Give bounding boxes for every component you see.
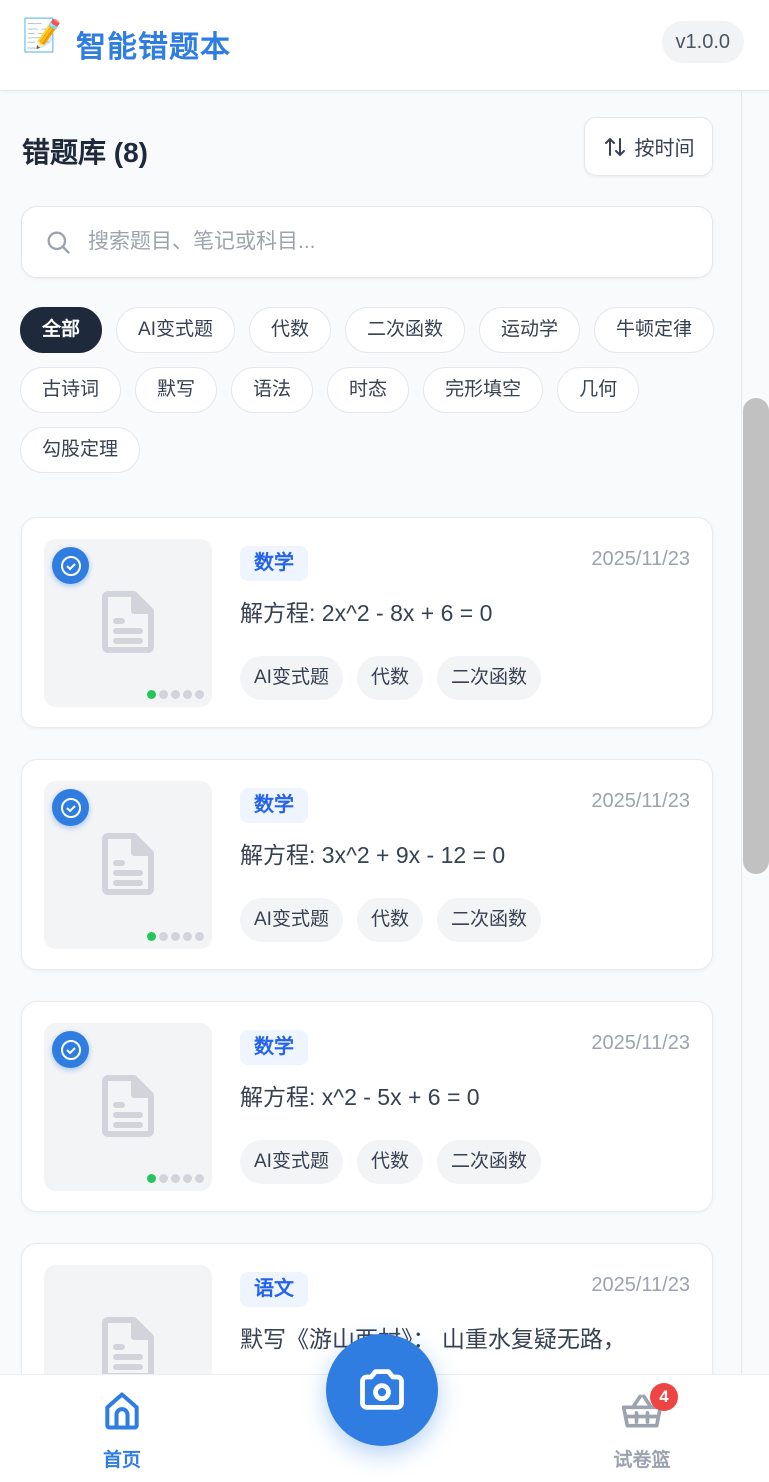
- pager-dot: [159, 932, 168, 941]
- camera-button[interactable]: [326, 1334, 438, 1446]
- pager-dot: [171, 1174, 180, 1183]
- filter-chip[interactable]: 全部: [20, 307, 103, 353]
- question-thumbnail[interactable]: [44, 1023, 212, 1191]
- selected-check-icon[interactable]: [52, 789, 89, 826]
- app-title: 智能错题本: [76, 31, 231, 64]
- question-card[interactable]: 数学 2025/11/23 解方程: 2x^2 - 8x + 6 = 0 AI变式题代…: [21, 517, 713, 728]
- question-tag: 二次函数: [436, 1140, 541, 1184]
- sort-arrows-icon: [604, 137, 625, 156]
- filter-chip[interactable]: 时态: [327, 367, 410, 413]
- question-tag: AI变式题: [240, 1140, 343, 1184]
- pager-dot: [195, 1174, 204, 1183]
- question-tag: 二次函数: [436, 656, 541, 700]
- filter-chip[interactable]: 几何: [557, 367, 640, 413]
- question-title: 解方程: 2x^2 - 8x + 6 = 0: [240, 600, 493, 626]
- main-content: 错题库 (8) 按时间 全部AI变式题代数二次函数运动学牛顿定律古诗词默写语法时…: [0, 91, 742, 1374]
- pager-dot: [195, 690, 204, 699]
- sort-button[interactable]: 按时间: [584, 117, 713, 176]
- document-icon: [102, 1317, 154, 1374]
- filter-chip[interactable]: 二次函数: [344, 307, 465, 353]
- filter-chips: 全部 AI变式题 代数 二次函数 运动学 牛顿定律古诗词 默写 语法 时态 完形填空 几何勾股定理: [20, 307, 720, 473]
- filter-chip[interactable]: 运动学: [479, 307, 581, 353]
- filter-chip[interactable]: 默写: [135, 367, 218, 413]
- filter-chip[interactable]: 代数: [248, 307, 331, 353]
- nav-basket[interactable]: 4 试卷篮: [598, 1383, 686, 1472]
- question-date: 2025/11/23: [591, 548, 690, 570]
- pager-dot: [171, 690, 180, 699]
- question-date: 2025/11/23: [591, 1032, 690, 1054]
- subject-badge: 数学: [240, 1030, 308, 1065]
- document-icon: [102, 833, 154, 900]
- question-title: 解方程: 3x^2 + 9x - 12 = 0: [240, 842, 506, 868]
- scrollbar[interactable]: [743, 91, 769, 1374]
- pager-dot: [195, 932, 204, 941]
- question-tag: 代数: [356, 656, 423, 700]
- question-thumbnail[interactable]: [44, 781, 212, 949]
- pager-dot: [183, 1174, 192, 1183]
- pager-dot: [159, 690, 168, 699]
- subject-badge: 数学: [240, 546, 308, 581]
- question-tag: 代数: [356, 1140, 423, 1184]
- version-badge: v1.0.0: [661, 21, 744, 63]
- image-pager-dots: [147, 1174, 204, 1183]
- question-date: 2025/11/23: [591, 790, 690, 812]
- selected-check-icon[interactable]: [52, 1031, 89, 1068]
- filter-chip[interactable]: 勾股定理: [20, 427, 141, 473]
- pager-dot: [147, 1174, 156, 1183]
- memo-logo-icon: 📝: [22, 17, 62, 53]
- page-title: 错题库 (8): [22, 137, 149, 168]
- question-thumbnail[interactable]: [44, 1265, 212, 1374]
- basket-count-badge: 4: [650, 1383, 678, 1411]
- search-icon: [47, 231, 70, 254]
- question-card[interactable]: 数学 2025/11/23 解方程: x^2 - 5x + 6 = 0 AI变式题 代数…: [21, 1001, 713, 1212]
- subject-badge: 语文: [240, 1272, 308, 1307]
- nav-home[interactable]: 首页: [82, 1389, 162, 1472]
- pager-dot: [159, 1174, 168, 1183]
- pager-dot: [183, 690, 192, 699]
- pager-dot: [147, 932, 156, 941]
- question-thumbnail[interactable]: [44, 539, 212, 707]
- image-pager-dots: [147, 932, 204, 941]
- document-icon: [102, 591, 154, 658]
- app-header: 📝 智能错题本 v1.0.0: [0, 0, 769, 91]
- nav-basket-label: 试卷篮: [613, 1450, 671, 1471]
- question-title: 默写《游山西村》： 山重水复疑无路，: [240, 1326, 626, 1352]
- image-pager-dots: [147, 690, 204, 699]
- question-tag: 二次函数: [436, 898, 541, 942]
- filter-chip[interactable]: 语法: [231, 367, 314, 413]
- tag-list: AI变式题 代数 二次函数: [240, 1140, 541, 1184]
- tag-list: AI变式题 代数 二次函数: [240, 898, 541, 942]
- selected-check-icon[interactable]: [52, 547, 89, 584]
- filter-chip[interactable]: 古诗词: [20, 367, 122, 413]
- filter-chip[interactable]: AI变式题: [116, 307, 235, 353]
- camera-icon: [360, 1369, 404, 1410]
- question-tag: AI变式题: [240, 898, 343, 942]
- question-title: 解方程: x^2 - 5x + 6 = 0: [240, 1084, 480, 1110]
- search-bar[interactable]: [21, 206, 713, 278]
- question-tag: 代数: [356, 898, 423, 942]
- sort-label: 按时间: [634, 138, 695, 160]
- pager-dot: [183, 932, 192, 941]
- nav-home-label: 首页: [102, 1450, 141, 1471]
- home-icon: [105, 1392, 139, 1430]
- search-input[interactable]: [88, 230, 648, 254]
- document-icon: [102, 1075, 154, 1142]
- question-card[interactable]: 数学 2025/11/23 解方程: 3x^2 + 9x - 12 = 0 AI变式题…: [21, 759, 713, 970]
- filter-chip[interactable]: 牛顿定律: [594, 307, 715, 353]
- scrollbar-thumb[interactable]: [743, 398, 769, 874]
- question-date: 2025/11/23: [591, 1274, 690, 1296]
- filter-chip[interactable]: 完形填空: [423, 367, 544, 413]
- question-tag: AI变式题: [240, 656, 343, 700]
- subject-badge: 数学: [240, 788, 308, 823]
- tag-list: AI变式题 代数 二次函数: [240, 656, 541, 700]
- pager-dot: [147, 690, 156, 699]
- pager-dot: [171, 932, 180, 941]
